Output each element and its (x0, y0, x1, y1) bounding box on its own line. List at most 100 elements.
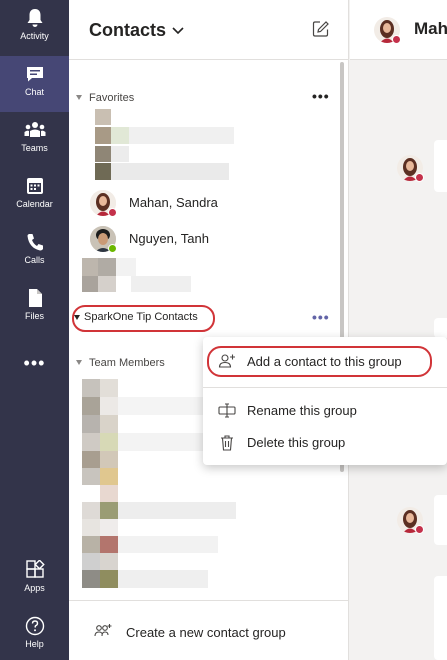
blurred-avatar (95, 109, 111, 125)
compose-icon[interactable] (312, 20, 330, 38)
blurred-avatar (100, 485, 118, 502)
message-bubble[interactable] (434, 318, 447, 338)
blurred-avatar (82, 536, 100, 553)
chat-icon (26, 67, 43, 82)
blurred-name (118, 397, 208, 415)
rail-item-teams[interactable]: Teams (0, 112, 69, 168)
rename-icon (218, 403, 236, 418)
teams-icon (24, 122, 45, 137)
more-apps-button[interactable]: ••• (0, 348, 69, 378)
blurred-avatar (82, 451, 100, 468)
menu-item-label: Rename this group (247, 403, 357, 418)
file-icon (28, 289, 42, 307)
rail-item-calendar[interactable]: Calendar (0, 168, 69, 224)
rail-label-calls: Calls (24, 255, 45, 265)
sparkone-group-label: SparkOne Tip Contacts (84, 311, 198, 323)
blurred-name (129, 127, 234, 144)
contacts-title[interactable]: Contacts (89, 20, 166, 41)
blurred-avatar (100, 536, 118, 553)
rail-label-activity: Activity (20, 31, 49, 41)
rail-item-help[interactable]: Help (0, 608, 69, 660)
create-contact-group-button[interactable]: Create a new contact group (69, 600, 349, 660)
blurred-name (118, 502, 236, 519)
presence-busy-icon (415, 525, 424, 534)
apps-icon (25, 560, 45, 578)
blurred-avatar (100, 553, 118, 570)
team-members-header[interactable]: Team Members (69, 356, 209, 374)
rail-item-apps[interactable]: Apps (0, 552, 69, 608)
team-members-label: Team Members (89, 357, 165, 369)
menu-item-add-contact[interactable]: Add a contact to this group (203, 346, 447, 378)
blurred-name (118, 536, 218, 553)
presence-busy-icon (392, 35, 401, 44)
blurred-avatar (95, 127, 111, 144)
rail-label-apps: Apps (24, 583, 45, 593)
blurred-avatar (82, 502, 100, 519)
collapse-triangle-icon (76, 360, 82, 365)
presence-busy-icon (415, 173, 424, 182)
blurred-avatar (82, 553, 100, 570)
blurred-avatar (82, 468, 100, 485)
contact-name: Mahan, Sandra (129, 195, 218, 210)
presence-available-icon (108, 244, 117, 253)
trash-icon (221, 435, 233, 451)
blurred-name (116, 258, 136, 276)
blurred-name (111, 163, 229, 180)
blurred-avatar (82, 397, 100, 415)
chat-header-name: Mah (414, 19, 447, 38)
blurred-avatar (82, 415, 100, 433)
contacts-header: Contacts (69, 0, 349, 60)
blurred-avatar (95, 163, 111, 180)
rail-label-files: Files (24, 311, 44, 321)
add-person-icon (218, 354, 235, 368)
message-bubble[interactable] (434, 495, 447, 545)
blurred-avatar (100, 415, 118, 433)
favorites-header[interactable]: Favorites (69, 91, 339, 109)
app-rail: Activity Chat Teams Calendar Calls Files… (0, 0, 69, 660)
favorites-more-button[interactable]: ••• (312, 88, 330, 104)
rail-item-chat[interactable]: Chat (0, 56, 69, 112)
rail-label-help: Help (25, 639, 44, 649)
menu-item-label: Delete this group (247, 435, 346, 450)
menu-item-label: Add a contact to this group (247, 354, 402, 369)
rail-item-files[interactable]: Files (0, 280, 69, 336)
message-bubble[interactable] (434, 576, 447, 660)
blurred-avatar (100, 433, 118, 451)
blurred-avatar (98, 258, 116, 276)
blurred-avatar (100, 379, 118, 397)
blurred-avatar (100, 502, 118, 519)
rail-item-calls[interactable]: Calls (0, 224, 69, 280)
sparkone-group-header[interactable]: SparkOne Tip Contacts (74, 311, 198, 323)
contact-row[interactable]: Nguyen, Tanh (69, 222, 339, 258)
blurred-avatar (82, 433, 100, 451)
rail-label-chat: Chat (24, 87, 44, 97)
blurred-name (111, 146, 129, 162)
menu-item-delete-group[interactable]: Delete this group (203, 427, 447, 459)
contact-name: Nguyen, Tanh (129, 231, 209, 246)
presence-busy-icon (108, 208, 117, 217)
help-icon (25, 616, 44, 636)
blurred-avatar (100, 468, 118, 485)
group-context-menu: Add a contact to this group Rename this … (203, 337, 447, 465)
blurred-name (118, 570, 208, 588)
blurred-avatar (82, 276, 98, 292)
blurred-avatar (100, 397, 118, 415)
collapse-triangle-icon (76, 95, 82, 100)
message-bubble[interactable] (434, 140, 447, 192)
collapse-triangle-icon (74, 314, 80, 320)
chevron-down-icon[interactable] (172, 21, 184, 41)
blurred-avatar (82, 379, 100, 397)
rail-label-teams: Teams (21, 143, 48, 153)
menu-divider (203, 387, 447, 388)
rail-label-calendar: Calendar (16, 199, 53, 209)
rail-item-activity[interactable]: Activity (0, 0, 69, 56)
contact-row[interactable]: Mahan, Sandra (69, 186, 339, 222)
sparkone-group-more-button[interactable]: ••• (312, 309, 330, 325)
blurred-avatar (100, 451, 118, 468)
blurred-avatar (82, 570, 100, 588)
add-group-icon (94, 624, 112, 637)
calendar-icon (26, 178, 43, 194)
blurred-name (111, 127, 129, 144)
blurred-avatar (82, 519, 100, 536)
menu-item-rename-group[interactable]: Rename this group (203, 395, 447, 427)
